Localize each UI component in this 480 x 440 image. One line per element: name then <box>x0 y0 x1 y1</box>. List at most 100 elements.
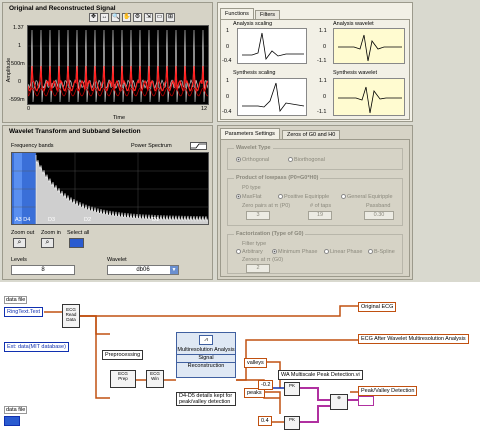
ecg-preproc-node-2[interactable]: ECG Win <box>146 370 164 388</box>
power-spectrum-toggle[interactable] <box>190 142 207 150</box>
maxflat-radio[interactable]: MaxFlat <box>236 194 262 200</box>
settings-icon[interactable]: ⚙ <box>133 13 142 22</box>
ecg-preproc-node-1[interactable]: ECG Prep <box>110 370 136 388</box>
synthesis-wavelet-graph <box>333 78 405 116</box>
aw-tick-0: 0 <box>323 44 327 50</box>
ext-data-node[interactable]: Ext: data(MIT database) <box>4 342 69 352</box>
pos-threshold-node[interactable]: 0.4 <box>258 416 272 426</box>
factorization-title: Factorization (Type of G0) <box>234 231 306 237</box>
peak-valley-output[interactable] <box>358 396 374 406</box>
zeroes-label: Zeroes at π (G0) <box>242 257 284 263</box>
band-label-d1: D1 <box>152 217 160 223</box>
taps-input[interactable]: 19 <box>308 211 332 220</box>
filter-type-label: Filter type <box>242 241 267 247</box>
biorthogonal-label: Biorthogonal <box>294 157 325 163</box>
y-axis-label: Amplitude <box>6 57 13 83</box>
parameters-panel: Parameters Settings Zeros of G0 and H0 W… <box>217 125 413 280</box>
ecg-read-node[interactable]: ECG Read Data <box>62 304 80 328</box>
ss-tick-0: 0 <box>226 94 230 100</box>
graph-toolbar: ✥ ↔ 🔍 ✋ ⚙ ⇲ ▭ ⊞ <box>89 13 209 23</box>
ma-peak-detection-label: WA Multiscale Peak Detection.vi <box>278 370 363 380</box>
maxflat-label: MaxFlat <box>242 194 262 200</box>
sw-tick-0: 0 <box>323 94 327 100</box>
as-tick-neg: -0.4 <box>222 58 232 64</box>
zoom-out-button[interactable]: ⌕ <box>13 238 26 248</box>
multiresolution-node[interactable]: ⩘ Multiresolution Analysis Signal Recons… <box>176 332 236 378</box>
levels-label: Levels <box>11 257 27 263</box>
preprocessing-label: Preprocessing <box>102 350 144 360</box>
chevron-down-icon: ▼ <box>170 266 178 274</box>
zoom-out-label: Zoom out <box>11 230 35 236</box>
front-panel: Original and Reconstructed Signal ✥ ↔ 🔍 … <box>0 0 480 282</box>
tab-functions[interactable]: Functions <box>220 8 254 19</box>
multires-reconstruction-port: Reconstruction <box>177 362 235 370</box>
biorthogonal-radio[interactable]: Biorthogonal <box>288 157 325 163</box>
taps-label: # of taps <box>310 203 332 209</box>
wavelet-type-title: Wavelet Type <box>234 145 273 151</box>
b-spline-radio[interactable]: B-Spline <box>368 249 395 255</box>
arbitrary-radio[interactable]: Arbitrary <box>236 249 263 255</box>
levels-control[interactable]: 8 <box>11 265 75 275</box>
band-label-a3d4: A3 D4 <box>15 217 31 223</box>
spectrum-plot <box>12 153 208 224</box>
signal-graph[interactable] <box>27 25 209 105</box>
band-label-d3: D3 <box>48 217 56 223</box>
original-ecg-indicator[interactable]: Original ECG <box>358 302 397 312</box>
zero-pairs-input[interactable]: 3 <box>246 211 270 220</box>
frame-icon[interactable]: ▭ <box>155 13 164 22</box>
detail-note: D4-D5 details kept for peak/valley detec… <box>176 392 236 406</box>
data-file-constant[interactable] <box>4 416 20 426</box>
x-tick-start: 0 <box>27 106 31 112</box>
y-tick-1: 1.37 <box>13 25 24 31</box>
zoom-in-button[interactable]: ⌕ <box>41 238 54 248</box>
wavelet-select-value: db06 <box>136 267 150 273</box>
neg-threshold-node[interactable]: -0.2 <box>258 380 274 390</box>
general-equiripple-radio[interactable]: General Equiripple <box>341 194 393 200</box>
product-group: Product of lowpass (P0=G0*H0) P0 type Ma… <box>227 175 403 226</box>
positive-equiripple-radio[interactable]: Positive Equiripple <box>278 194 329 200</box>
tab-filters[interactable]: Filters <box>255 10 280 19</box>
spectrum-graph[interactable]: A3 D4 D3 D2 D1 <box>11 152 209 225</box>
autoscale-icon[interactable]: ⇲ <box>144 13 153 22</box>
passband-input[interactable]: 0.30 <box>364 211 394 220</box>
ss-tick-neg: -0.4 <box>222 109 232 115</box>
zoom-icon[interactable]: 🔍 <box>111 13 120 22</box>
y-tick-3: 500m <box>11 61 25 67</box>
y-tick-2: 1 <box>18 43 22 49</box>
x-tick-end: 12 <box>201 106 208 112</box>
b-spline-label: B-Spline <box>374 249 395 255</box>
valleys-node[interactable]: valleys <box>244 358 267 368</box>
peak-detect-node-1[interactable]: PK <box>284 382 300 396</box>
params-tab-body: Wavelet Type Orthogonal Biorthogonal Pro… <box>220 139 410 277</box>
passband-label: Passband <box>366 203 391 209</box>
minimum-phase-radio[interactable]: Minimum Phase <box>272 249 317 255</box>
zeroes-input[interactable]: 2 <box>246 264 270 273</box>
orthogonal-label: Orthogonal <box>242 157 270 163</box>
peak-detect-node-2[interactable]: PK <box>284 416 300 430</box>
orthogonal-radio[interactable]: Orthogonal <box>236 157 269 163</box>
zoom-in-label: Zoom in <box>41 230 61 236</box>
zoom-in-icon: ⌕ <box>45 239 50 246</box>
peak-valley-indicator[interactable]: Peak/Valley Detection <box>358 386 418 396</box>
wavelet-select[interactable]: db06 ▼ <box>107 265 179 275</box>
wavelet-label: Wavelet <box>107 257 127 263</box>
cursor-move-icon[interactable]: ✥ <box>89 13 98 22</box>
ss-tick-1: 1 <box>226 78 230 84</box>
select-all-label: Select all <box>67 230 90 236</box>
signal-trace <box>28 29 208 103</box>
select-all-button[interactable] <box>69 238 84 248</box>
tab-parameters-settings[interactable]: Parameters Settings <box>220 128 280 139</box>
ecg-after-indicator[interactable]: ECG After Wavelet Multiresolution Analys… <box>358 334 469 344</box>
tab-zeros[interactable]: Zeros of G0 and H0 <box>282 130 341 139</box>
zoom-out-icon: ⌕ <box>17 239 22 246</box>
analysis-wavelet-title: Analysis wavelet <box>333 21 374 27</box>
grid-icon[interactable]: ⊞ <box>166 13 175 22</box>
hand-icon[interactable]: ✋ <box>122 13 131 22</box>
product-title: Product of lowpass (P0=G0*H0) <box>234 175 321 181</box>
multires-icon: ⩘ <box>199 335 213 345</box>
pan-icon[interactable]: ↔ <box>100 13 109 22</box>
merge-node[interactable]: ⊕ <box>330 394 348 410</box>
ringtext-node[interactable]: RingText.Text <box>4 307 44 317</box>
factorization-group: Factorization (Type of G0) Filter type A… <box>227 231 403 274</box>
linear-phase-radio[interactable]: Linear Phase <box>324 249 362 255</box>
